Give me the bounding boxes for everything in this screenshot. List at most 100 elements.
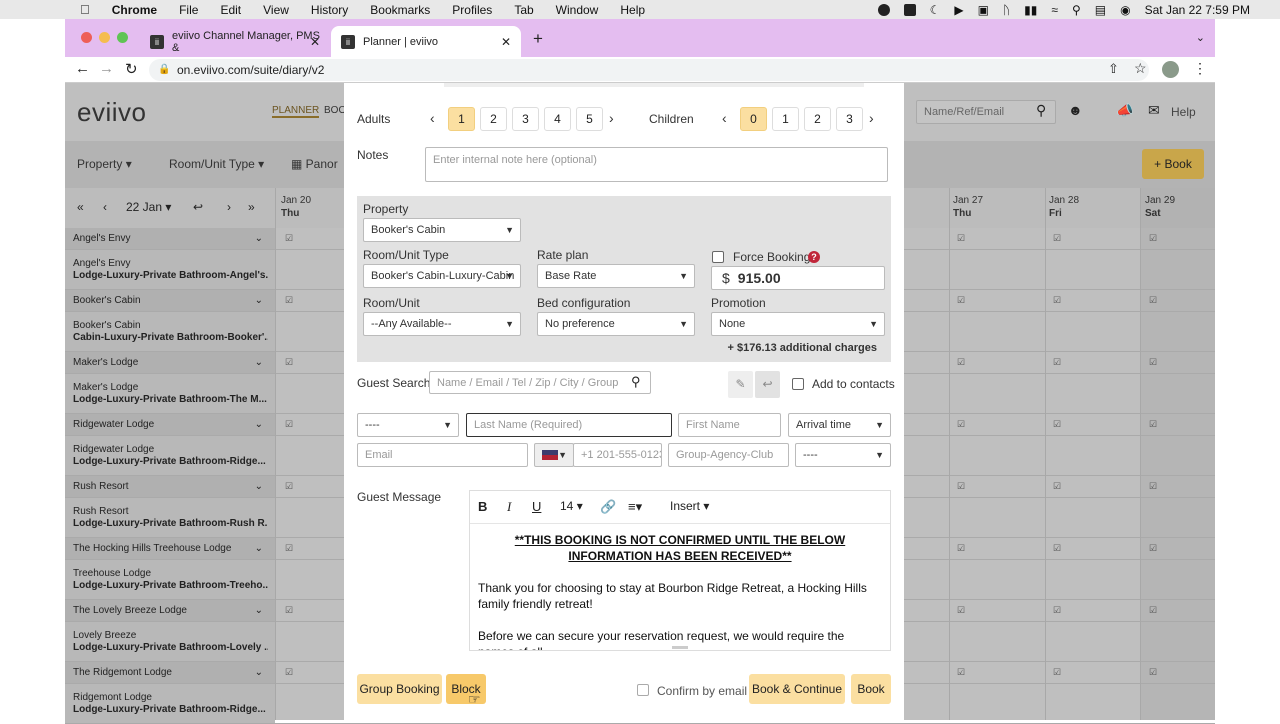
adults-option-4[interactable]: 4	[544, 107, 571, 131]
first-name-input[interactable]: First Name	[678, 413, 781, 437]
close-window-icon[interactable]	[81, 32, 92, 43]
undo-icon[interactable]: ↩	[193, 200, 203, 214]
room-row[interactable]: Rush Resort Lodge-Luxury-Private Bathroom…	[65, 498, 275, 538]
property-group-header[interactable]: The Hocking Hills Treehouse Lodge ⌄	[65, 538, 275, 560]
link-icon[interactable]: 🔗	[600, 499, 616, 515]
edit-pencil-icon[interactable]: ✎	[728, 371, 753, 398]
bluetooth-icon[interactable]: ᚢ	[1003, 3, 1010, 17]
room-row[interactable]: Booker's Cabin Cabin-Luxury-Private Bathr…	[65, 312, 275, 352]
room-row[interactable]: Ridgewater Lodge Lodge-Luxury-Private Bat…	[65, 436, 275, 476]
property-group-header[interactable]: Ridgewater Lodge ⌄	[65, 414, 275, 436]
children-option-0[interactable]: 0	[740, 107, 767, 131]
children-option-3[interactable]: 3	[836, 107, 863, 131]
reply-icon[interactable]: ↩	[755, 371, 780, 398]
room-row[interactable]: Treehouse Lodge Lodge-Luxury-Private Bath…	[65, 560, 275, 600]
rate-plan-select[interactable]: Base Rate ▼	[537, 264, 695, 288]
force-booking-checkbox[interactable]	[712, 251, 724, 263]
nav-bookings[interactable]: BOO	[324, 105, 346, 116]
adults-option-3[interactable]: 3	[512, 107, 539, 131]
minimize-window-icon[interactable]	[99, 32, 110, 43]
book-and-continue-button[interactable]: Book & Continue	[749, 674, 845, 704]
apple-icon[interactable]: 	[80, 2, 90, 17]
siri-icon[interactable]: ◉	[1120, 3, 1130, 17]
adults-next-icon[interactable]: ›	[609, 110, 614, 126]
date-picker[interactable]: 22 Jan ▾	[126, 200, 171, 214]
property-group-header[interactable]: The Ridgemont Lodge ⌄	[65, 662, 275, 684]
room-type-filter[interactable]: Room/Unit Type ▾	[169, 157, 264, 171]
kebab-menu-icon[interactable]: ⋮	[1193, 60, 1207, 77]
align-icon[interactable]: ≡▾	[628, 499, 642, 515]
new-tab-icon[interactable]: +	[533, 29, 543, 49]
menu-help[interactable]: Help	[620, 3, 645, 17]
chevron-down-icon[interactable]: ⌄	[255, 476, 263, 498]
search-icon[interactable]: ⚲	[1036, 102, 1046, 119]
wifi-icon[interactable]: ≈	[1051, 3, 1058, 17]
property-group-header[interactable]: Maker's Lodge ⌄	[65, 352, 275, 374]
property-group-header[interactable]: Rush Resort ⌄	[65, 476, 275, 498]
arrival-time-select[interactable]: Arrival time ▼	[788, 413, 891, 437]
room-unit-select[interactable]: --Any Available-- ▼	[363, 312, 521, 336]
price-input[interactable]: $915.00	[711, 266, 885, 290]
property-filter[interactable]: Property ▾	[77, 157, 132, 171]
next-page-icon[interactable]: ›	[227, 200, 231, 214]
children-option-1[interactable]: 1	[772, 107, 799, 131]
adults-prev-icon[interactable]: ‹	[430, 110, 435, 126]
country-code-select[interactable]: ▼	[534, 443, 574, 467]
bold-icon[interactable]: B	[478, 499, 487, 514]
profile-avatar[interactable]	[1162, 61, 1179, 78]
eviivo-logo[interactable]: eviivo	[77, 97, 146, 128]
menu-app-name[interactable]: Chrome	[112, 3, 157, 17]
screen-icon[interactable]: ▣	[978, 3, 989, 17]
first-page-icon[interactable]: «	[77, 200, 84, 214]
battery-icon[interactable]: ▮▮	[1024, 3, 1037, 17]
play-icon[interactable]: ▶	[954, 3, 963, 17]
tab-search-icon[interactable]: ⌄	[1196, 31, 1205, 44]
reload-icon[interactable]: ↻	[125, 60, 138, 78]
panorama-filter[interactable]: ▦ Panor	[291, 157, 338, 171]
room-row[interactable]: Lovely Breeze Lodge-Luxury-Private Bathro…	[65, 622, 275, 662]
menu-view[interactable]: View	[263, 3, 289, 17]
guest-message-editor[interactable]: B I U 14 ▾ 🔗 ≡▾ Insert ▾ **THIS BOOKING …	[469, 490, 891, 651]
confirm-email-checkbox[interactable]	[637, 684, 649, 696]
chat-icon[interactable]: ✉	[1148, 102, 1160, 119]
menu-tab[interactable]: Tab	[514, 3, 533, 17]
children-prev-icon[interactable]: ‹	[722, 110, 727, 126]
additional-charges-link[interactable]: + $176.13 additional charges	[728, 342, 878, 354]
adults-option-5[interactable]: 5	[576, 107, 603, 131]
property-select[interactable]: Booker's Cabin ▼	[363, 218, 521, 242]
add-to-contacts-checkbox[interactable]	[792, 378, 804, 390]
chevron-down-icon[interactable]: ⌄	[255, 538, 263, 560]
menu-edit[interactable]: Edit	[220, 3, 241, 17]
planner-search-input[interactable]: Name/Ref/Email	[916, 100, 1056, 124]
last-page-icon[interactable]: »	[248, 200, 255, 214]
address-bar[interactable]: 🔒 on.eviivo.com/suite/diary/v2	[149, 59, 1149, 81]
children-next-icon[interactable]: ›	[869, 110, 874, 126]
control-center-icon[interactable]: ▤	[1095, 3, 1106, 17]
moon-icon[interactable]: ☾	[930, 3, 941, 17]
group-booking-button[interactable]: Group Booking	[357, 674, 442, 704]
menu-profiles[interactable]: Profiles	[452, 3, 492, 17]
email-input[interactable]: Email	[357, 443, 528, 467]
close-tab-icon[interactable]: ✕	[310, 35, 320, 49]
chevron-down-icon[interactable]: ⌄	[255, 414, 263, 436]
help-link[interactable]: Help	[1171, 105, 1196, 119]
adults-option-2[interactable]: 2	[480, 107, 507, 131]
prev-page-icon[interactable]: ‹	[103, 200, 107, 214]
menubar-datetime[interactable]: Sat Jan 22 7:59 PM	[1145, 3, 1250, 17]
room-type-select[interactable]: Booker's Cabin-Luxury-Cabin ▼	[363, 264, 521, 288]
browser-tab-planner[interactable]: ii Planner | eviivo ✕	[331, 26, 521, 57]
camera-icon[interactable]	[903, 3, 916, 16]
maximize-window-icon[interactable]	[117, 32, 128, 43]
extra-select[interactable]: ---- ▼	[795, 443, 891, 467]
user-icon[interactable]: ☻	[1068, 102, 1083, 118]
phone-input[interactable]: +1 201-555-0123	[573, 443, 662, 467]
menu-bookmarks[interactable]: Bookmarks	[370, 3, 430, 17]
font-size-select[interactable]: 14 ▾	[560, 499, 583, 513]
search-icon[interactable]: ⚲	[631, 374, 641, 390]
title-select[interactable]: ---- ▼	[357, 413, 459, 437]
megaphone-icon[interactable]: 📣	[1116, 102, 1133, 119]
menu-file[interactable]: File	[179, 3, 198, 17]
underline-icon[interactable]: U	[532, 499, 541, 514]
notes-textarea[interactable]: Enter internal note here (optional)	[425, 147, 888, 182]
bookmark-star-icon[interactable]: ☆	[1134, 60, 1147, 77]
